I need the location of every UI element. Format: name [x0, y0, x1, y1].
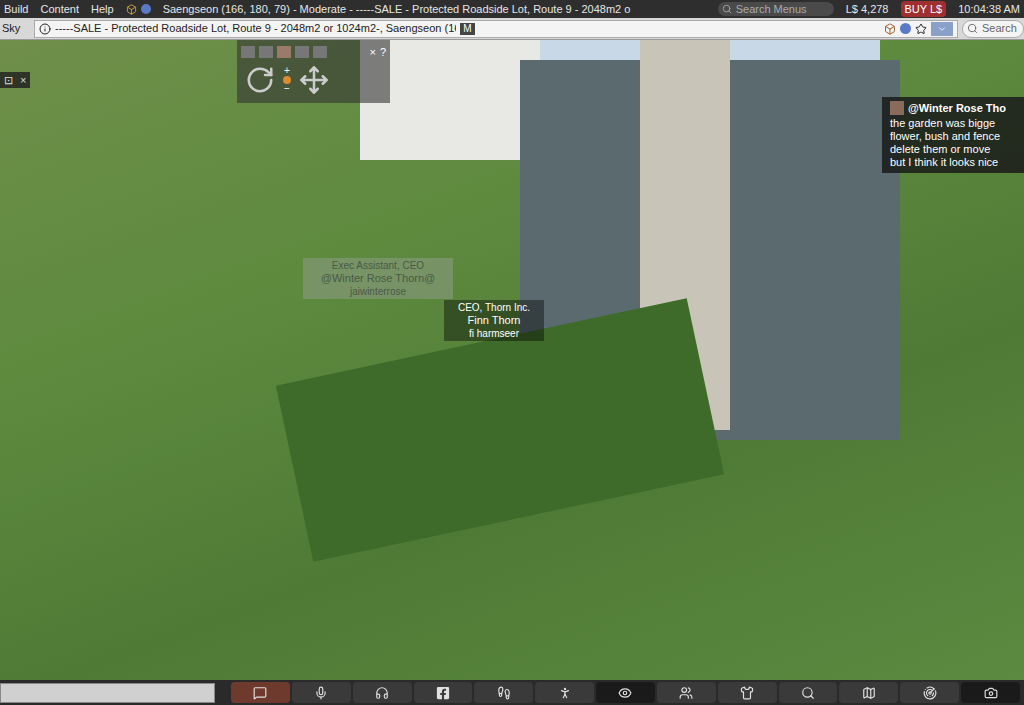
toolbar-button[interactable]	[414, 682, 473, 703]
chat-input[interactable]	[0, 683, 215, 703]
toolbar-button[interactable]	[718, 682, 777, 703]
buy-button[interactable]: BUY L$	[901, 1, 947, 18]
location-field[interactable]: -----SALE - Protected Roadside Lot, Rout…	[34, 20, 958, 38]
name-tag-line: CEO, Thorn Inc.	[448, 301, 540, 314]
stand-icon	[558, 686, 572, 700]
parcel-icons	[126, 4, 151, 15]
name-tag-line: @Winter Rose Thorn@	[307, 272, 449, 285]
stub-floater: ⊡×	[0, 72, 30, 88]
mic-icon	[314, 686, 328, 700]
toolbar-button[interactable]	[535, 682, 594, 703]
people-icon	[679, 686, 693, 700]
camera-preset-icon[interactable]	[277, 46, 291, 58]
menu-item[interactable]: Help	[91, 1, 114, 18]
nav-bar: Sky -----SALE - Protected Roadside Lot, R…	[0, 18, 1024, 40]
toast-line: flower, bush and fence	[890, 130, 1024, 143]
chat-icon	[253, 686, 267, 700]
map-icon	[862, 686, 876, 700]
rating-badge: M	[460, 23, 474, 35]
toast-sender: @Winter Rose Tho	[908, 102, 1006, 115]
camera-preset-icon[interactable]	[241, 46, 255, 58]
facebook-icon	[436, 686, 450, 700]
name-tag-line: Exec Assistant, CEO	[307, 259, 449, 272]
balance: L$ 4,278	[846, 1, 889, 18]
name-tag: Exec Assistant, CEO@Winter Rose Thorn@ja…	[303, 258, 453, 299]
chevron-icon	[937, 24, 947, 34]
viewer-window: Build Content Help Saengseon (166, 180, 79)…	[0, 0, 1024, 705]
toolbar-button[interactable]	[292, 682, 351, 703]
toolbar-button[interactable]	[596, 682, 655, 703]
camera-controls: ×? +−	[237, 40, 390, 103]
close-button[interactable]: ×	[369, 44, 375, 61]
camera-preset-icon[interactable]	[295, 46, 309, 58]
location-text: -----SALE - Protected Roadside Lot, Rout…	[55, 20, 456, 37]
info-icon[interactable]	[39, 23, 51, 35]
toolbar-button[interactable]	[779, 682, 838, 703]
walk-icon	[497, 686, 511, 700]
script-icon	[141, 4, 151, 14]
pan-icon[interactable]	[299, 65, 329, 95]
toolbar-button[interactable]	[474, 682, 533, 703]
bottom-toolbar	[0, 680, 1024, 705]
search-icon	[722, 4, 732, 14]
toolbar-button[interactable]	[839, 682, 898, 703]
search-field[interactable]: Search	[962, 20, 1024, 38]
toast-line: delete them or move	[890, 143, 1024, 156]
help-button[interactable]: ?	[380, 44, 386, 61]
toast-line: but I think it looks nice	[890, 156, 1024, 169]
toolbar-button[interactable]	[961, 682, 1020, 703]
script-icon	[900, 23, 911, 34]
name-tag-line: fi harmseer	[448, 327, 540, 340]
toolbar-button[interactable]	[231, 682, 290, 703]
name-tag-line: Finn Thorn	[448, 314, 540, 327]
toast-line: the garden was bigge	[890, 117, 1024, 130]
box-icon	[126, 4, 137, 15]
shirt-icon	[740, 686, 754, 700]
toolbar-button[interactable]	[657, 682, 716, 703]
avatar-icon	[890, 101, 904, 115]
menu-item[interactable]: Build	[4, 1, 28, 18]
headphones-icon	[375, 686, 389, 700]
camera-preset-icon[interactable]	[259, 46, 273, 58]
camera-preset-icon[interactable]	[313, 46, 327, 58]
search-icon	[801, 686, 815, 700]
clock: 10:04:38 AM	[958, 1, 1020, 18]
name-tag: CEO, Thorn Inc.Finn Thornfi harmseer	[444, 300, 544, 341]
star-icon[interactable]	[915, 23, 927, 35]
search-menus-field[interactable]: Search Menus	[718, 2, 834, 16]
toolbar-button[interactable]	[353, 682, 412, 703]
world-view[interactable]: ⊡××?+−Exec Assistant, CEO@Winter Rose Th…	[0, 40, 1024, 680]
search-icon	[967, 23, 978, 34]
menu-item[interactable]: Content	[40, 1, 79, 18]
chat-toast[interactable]: @Winter Rose Tho the garden was biggeflow…	[882, 97, 1024, 173]
nav-left-label[interactable]: Sky	[0, 20, 30, 37]
name-tag-line: jaiwinterrose	[307, 285, 449, 298]
menu-bar: Build Content Help Saengseon (166, 180, 79)…	[0, 0, 1024, 18]
floater-button[interactable]: ⊡	[4, 72, 13, 89]
zoom-slider[interactable]: +−	[283, 66, 291, 94]
floater-button[interactable]: ×	[20, 72, 26, 89]
toolbar-button[interactable]	[900, 682, 959, 703]
history-dropdown[interactable]	[931, 22, 953, 36]
camera-icon	[984, 686, 998, 700]
orbit-icon[interactable]	[245, 65, 275, 95]
location-label: Saengseon (166, 180, 79) - Moderate - --…	[163, 1, 706, 18]
parcel-icon	[884, 23, 896, 35]
radar-icon	[923, 686, 937, 700]
eye-icon	[618, 686, 632, 700]
